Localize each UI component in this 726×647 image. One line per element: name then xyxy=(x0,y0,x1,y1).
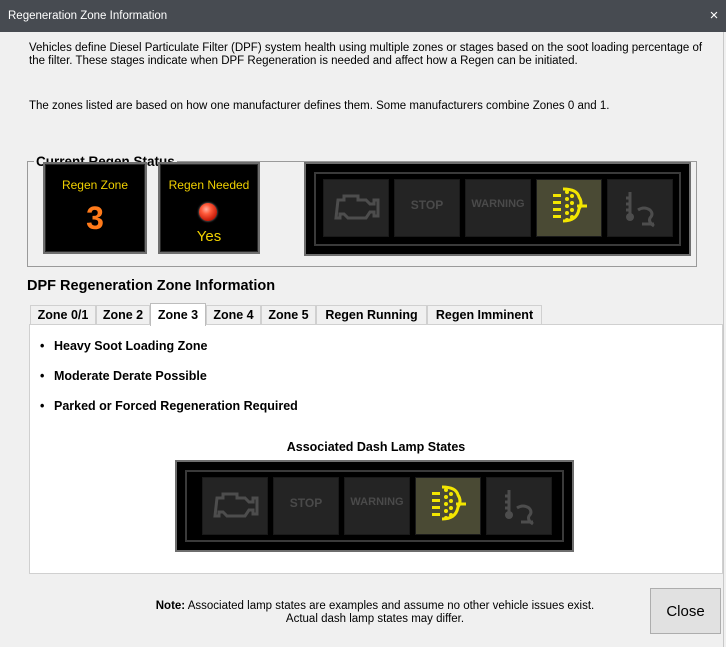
bullet-glyph: • xyxy=(40,399,45,413)
intro-note: The zones listed are based on how one ma… xyxy=(29,100,610,112)
tab-regen-running[interactable]: Regen Running xyxy=(316,305,427,325)
current-dash-lamps: STOP WARNING xyxy=(304,162,691,256)
zone-tab-panel: • Heavy Soot Loading Zone • Moderate Derat… xyxy=(29,324,723,574)
regen-zone-tile: Regen Zone 3 xyxy=(43,162,147,254)
warning-lamp-text: WARNING xyxy=(350,496,404,508)
stop-lamp: STOP xyxy=(273,477,339,535)
list-item: • Moderate Derate Possible xyxy=(40,369,207,383)
close-window-icon[interactable]: × xyxy=(706,6,722,26)
list-item: • Parked or Forced Regeneration Required xyxy=(40,399,298,413)
warning-lamp-text: WARNING xyxy=(471,198,525,210)
regen-needed-label: Regen Needed xyxy=(168,178,250,192)
regen-needed-indicator-icon xyxy=(199,203,217,221)
note-line-2: Actual dash lamp states may differ. xyxy=(285,613,465,625)
dialog-body: Vehicles define Diesel Particulate Filte… xyxy=(0,32,724,647)
high-exhaust-temp-icon xyxy=(486,477,552,535)
regen-zone-value: 3 xyxy=(86,200,104,236)
dpf-filter-icon xyxy=(536,179,602,237)
engine-icon xyxy=(202,477,268,535)
bullet-glyph: • xyxy=(40,369,45,383)
regen-zone-label: Regen Zone xyxy=(61,178,129,192)
stop-lamp-text: STOP xyxy=(289,496,323,510)
bullet-text: Parked or Forced Regeneration Required xyxy=(54,399,298,413)
regen-needed-value: Yes xyxy=(196,228,222,245)
window-title: Regeneration Zone Information xyxy=(8,10,168,22)
tab-zone-5[interactable]: Zone 5 xyxy=(261,305,316,325)
engine-icon xyxy=(323,179,389,237)
regen-needed-tile: Regen Needed Yes xyxy=(158,162,260,254)
note-line-1: Associated lamp states are examples and … xyxy=(185,600,595,612)
list-item: • Heavy Soot Loading Zone xyxy=(40,339,208,353)
stop-lamp-text: STOP xyxy=(410,198,444,212)
intro-paragraph: Vehicles define Diesel Particulate Filte… xyxy=(29,42,703,67)
bullet-glyph: • xyxy=(40,339,45,353)
lamp-states-title: Associated Dash Lamp States xyxy=(286,440,466,454)
tab-zone-4[interactable]: Zone 4 xyxy=(206,305,261,325)
warning-lamp: WARNING xyxy=(465,179,531,237)
zone-info-title: DPF Regeneration Zone Information xyxy=(27,278,276,294)
associated-dash-lamps: STOP WARNING xyxy=(175,460,574,552)
title-bar: Regeneration Zone Information × xyxy=(0,0,726,32)
close-button[interactable]: Close xyxy=(650,588,721,634)
tab-regen-imminent[interactable]: Regen Imminent xyxy=(427,305,542,325)
bullet-text: Heavy Soot Loading Zone xyxy=(54,339,208,353)
tab-zone-3[interactable]: Zone 3 xyxy=(150,303,206,326)
bullet-text: Moderate Derate Possible xyxy=(54,369,207,383)
high-exhaust-temp-icon xyxy=(607,179,673,237)
tab-zone-0-1[interactable]: Zone 0/1 xyxy=(30,305,96,325)
dpf-filter-icon xyxy=(415,477,481,535)
warning-lamp: WARNING xyxy=(344,477,410,535)
footer-note: Note: Associated lamp states are example… xyxy=(135,600,615,626)
stop-lamp: STOP xyxy=(394,179,460,237)
tab-zone-2[interactable]: Zone 2 xyxy=(96,305,150,325)
note-label: Note: xyxy=(155,600,186,612)
